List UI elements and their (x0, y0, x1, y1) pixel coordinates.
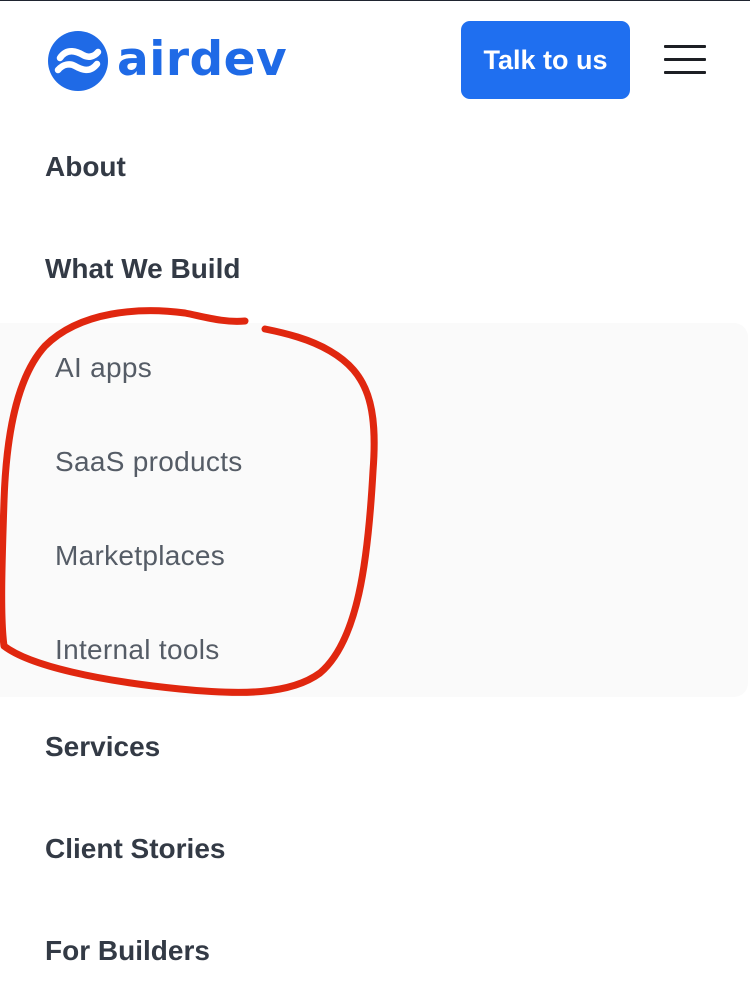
hamburger-line (664, 45, 706, 48)
mobile-menu-page: airdev Talk to us About What We Build AI… (0, 0, 750, 1008)
airdev-logo[interactable]: airdev (47, 29, 287, 93)
logo-wordmark: airdev (117, 31, 288, 87)
hamburger-line (664, 71, 706, 74)
nav-services[interactable]: Services (45, 733, 160, 761)
nav-about[interactable]: About (45, 153, 126, 181)
airdev-logo-icon (48, 31, 108, 91)
nav-what-we-build[interactable]: What We Build (45, 255, 240, 283)
nav-client-stories[interactable]: Client Stories (45, 835, 225, 863)
nav-for-builders[interactable]: For Builders (45, 937, 210, 965)
submenu-item-marketplaces[interactable]: Marketplaces (55, 542, 225, 570)
submenu-item-saas-products[interactable]: SaaS products (55, 448, 243, 476)
submenu-item-ai-apps[interactable]: AI apps (55, 354, 152, 382)
hamburger-line (664, 58, 706, 61)
talk-to-us-button[interactable]: Talk to us (461, 21, 630, 99)
submenu-item-internal-tools[interactable]: Internal tools (55, 636, 220, 664)
hamburger-menu-icon[interactable] (664, 43, 708, 77)
